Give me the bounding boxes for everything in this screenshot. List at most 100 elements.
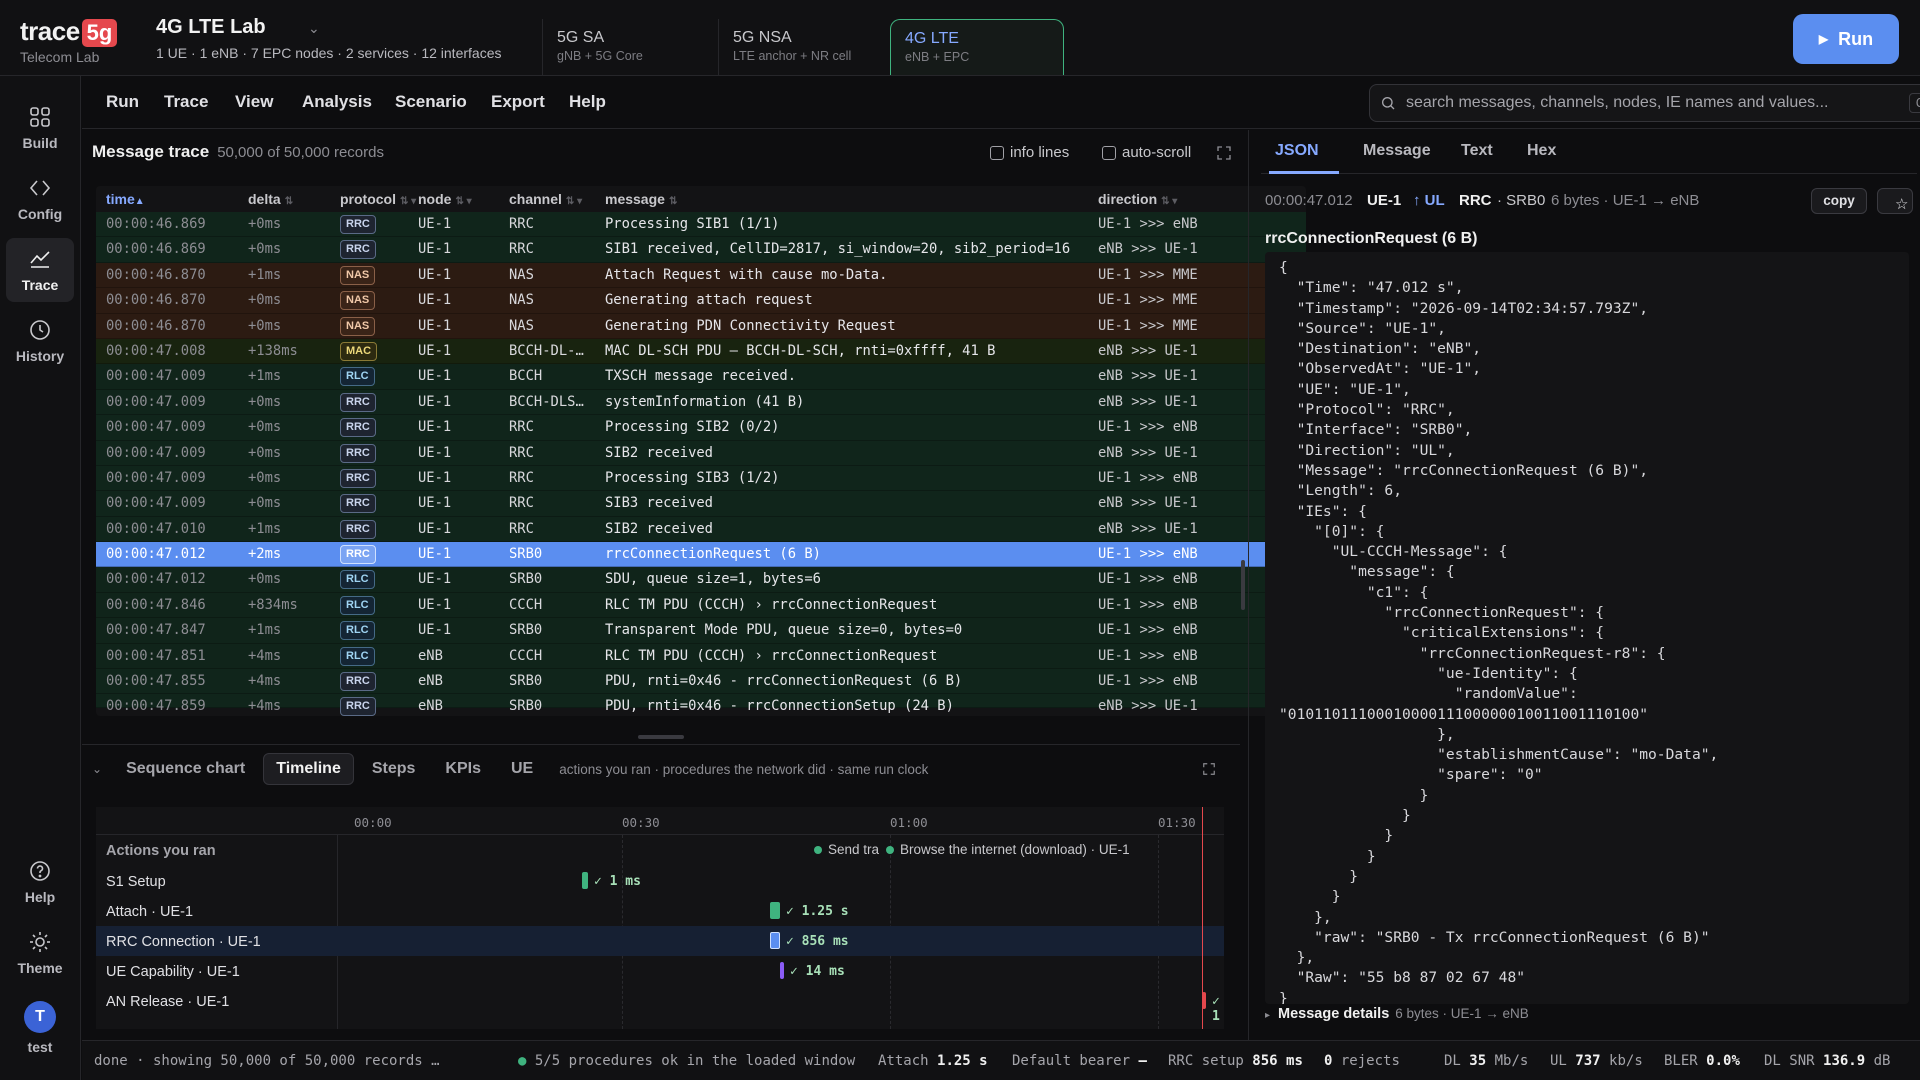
table-row[interactable]: 00:00:46.869 +0ms RRC UE-1 RRC SIB1 received,… bbox=[96, 237, 1306, 263]
column-header-delta[interactable]: delta ⇅ bbox=[248, 186, 293, 212]
table-row[interactable]: 00:00:47.009 +0ms RRC UE-1 RRC Processing SIB… bbox=[96, 465, 1306, 492]
user-menu[interactable]: T test bbox=[6, 996, 74, 1060]
tab-sequence-chart[interactable]: Sequence chart bbox=[114, 754, 257, 784]
timeline-row[interactable]: UE Capability · UE-1 ✓ 14 ms bbox=[96, 956, 1224, 986]
menu-view[interactable]: View bbox=[235, 92, 273, 112]
trace-record-count: 50,000 of 50,000 records bbox=[217, 144, 384, 161]
cell-node: UE-1 bbox=[418, 342, 452, 359]
procedure-bar[interactable] bbox=[582, 872, 588, 889]
cell-channel: BCCH-DLS… bbox=[509, 393, 584, 410]
column-header-node[interactable]: node ⇅ ▾ bbox=[418, 186, 472, 212]
cell-node: UE-1 bbox=[418, 266, 452, 283]
menu-scenario[interactable]: Scenario bbox=[395, 92, 467, 112]
tab-message[interactable]: Message bbox=[1363, 142, 1431, 160]
table-row[interactable]: 00:00:46.870 +0ms NAS UE-1 NAS Generating att… bbox=[96, 288, 1306, 314]
protocol-badge: RRC bbox=[340, 392, 376, 412]
vertical-splitter[interactable] bbox=[1241, 560, 1245, 610]
mode-tab-4g-lte[interactable]: 4G LTE eNB + EPC bbox=[890, 19, 1064, 75]
tab-json[interactable]: JSON bbox=[1275, 142, 1319, 160]
mode-tab-5g-nsa[interactable]: 5G NSA LTE anchor + NR cell bbox=[718, 19, 892, 75]
table-row[interactable]: 00:00:47.855 +4ms RRC eNB SRB0 PDU, rnti=0x46… bbox=[96, 669, 1306, 695]
json-viewer[interactable]: { "Time": "47.012 s", "Timestamp": "2026… bbox=[1265, 252, 1909, 1004]
column-header-channel[interactable]: channel ⇅ ▾ bbox=[509, 186, 582, 212]
horizontal-splitter[interactable] bbox=[82, 730, 1240, 744]
procedure-bar[interactable] bbox=[770, 902, 780, 919]
rail-help[interactable]: Help bbox=[6, 850, 74, 914]
column-header-protocol[interactable]: protocol ⇅ ▾ bbox=[340, 186, 416, 212]
chevron-right-icon: ▸ bbox=[1265, 1010, 1271, 1021]
cell-node: eNB bbox=[418, 673, 443, 690]
metric-value: 0.0% bbox=[1706, 1053, 1740, 1069]
logo-badge: 5g bbox=[81, 19, 118, 47]
metric-label: rejects bbox=[1340, 1053, 1400, 1069]
table-row[interactable]: 00:00:47.009 +0ms RRC UE-1 RRC Processing SIB… bbox=[96, 415, 1306, 441]
table-row[interactable]: 00:00:47.012 +2ms RRC UE-1 SRB0 rrcConnection… bbox=[96, 542, 1306, 568]
cell-time: 00:00:46.869 bbox=[106, 241, 206, 258]
cell-channel: CCCH bbox=[509, 647, 543, 664]
rail-history[interactable]: History bbox=[6, 309, 74, 373]
rail-config[interactable]: Config bbox=[6, 167, 74, 231]
tab-hex[interactable]: Hex bbox=[1527, 142, 1556, 160]
column-header-message[interactable]: message ⇅ bbox=[605, 186, 677, 212]
event-marker[interactable] bbox=[814, 846, 822, 854]
lab-selector[interactable]: 4G LTE Lab ⌄ 1 UE · 1 eNB · 7 EPC nodes … bbox=[156, 16, 501, 61]
metric-label: RRC setup bbox=[1168, 1053, 1244, 1069]
table-row[interactable]: 00:00:47.847 +1ms RLC UE-1 SRB0 Transparent M… bbox=[96, 618, 1306, 644]
cell-direction: UE-1 >>> eNB bbox=[1098, 647, 1198, 664]
event-marker[interactable] bbox=[886, 846, 894, 854]
tab-text[interactable]: Text bbox=[1461, 142, 1493, 160]
expand-icon[interactable] bbox=[1216, 145, 1232, 161]
tab-ue[interactable]: UE bbox=[499, 754, 545, 784]
star-button[interactable]: ☆ bbox=[1877, 188, 1913, 214]
tab-timeline[interactable]: Timeline bbox=[263, 753, 354, 785]
expand-icon[interactable] bbox=[1202, 762, 1216, 776]
table-row[interactable]: 00:00:47.012 +0ms RLC UE-1 SRB0 SDU, queue si… bbox=[96, 567, 1306, 593]
cell-message: MAC DL-SCH PDU — BCCH-DL-SCH, rnti=0xfff… bbox=[605, 342, 996, 359]
table-row[interactable]: 00:00:47.008 +138ms MAC UE-1 BCCH-DL-… MAC DL… bbox=[96, 338, 1306, 365]
table-row[interactable]: 00:00:47.859 +4ms RRC eNB SRB0 PDU, rnti=0x46… bbox=[96, 694, 1306, 716]
rail-theme[interactable]: Theme bbox=[6, 921, 74, 985]
procedure-bar[interactable] bbox=[770, 932, 780, 949]
procedure-bar[interactable] bbox=[780, 962, 784, 979]
rail-trace[interactable]: Trace bbox=[6, 238, 74, 302]
cell-channel: BCCH bbox=[509, 368, 543, 385]
timeline-row[interactable]: RRC Connection · UE-1 ✓ 856 ms bbox=[96, 926, 1224, 956]
mode-desc: LTE anchor + NR cell bbox=[733, 49, 852, 63]
column-header-time[interactable]: time▲ bbox=[106, 186, 145, 212]
info-lines-toggle[interactable]: info lines bbox=[990, 144, 1069, 161]
cell-channel: SRB0 bbox=[509, 622, 543, 639]
table-row[interactable]: 00:00:46.869 +0ms RRC UE-1 RRC Processing SIB… bbox=[96, 212, 1306, 238]
rail-build[interactable]: Build bbox=[6, 96, 74, 160]
search-input[interactable] bbox=[1406, 94, 1899, 112]
table-row[interactable]: 00:00:47.010 +1ms RRC UE-1 RRC SIB2 received e… bbox=[96, 516, 1306, 543]
duration-value: 1 ms bbox=[609, 874, 641, 889]
table-row[interactable]: 00:00:47.009 +0ms RRC UE-1 RRC SIB3 received e… bbox=[96, 491, 1306, 517]
timeline-row[interactable]: Attach · UE-1 ✓ 1.25 s bbox=[96, 896, 1224, 926]
tab-steps[interactable]: Steps bbox=[360, 754, 428, 784]
message-details-toggle[interactable]: ▸ Message details 6 bytes · UE-1 → eNB bbox=[1265, 1006, 1909, 1036]
table-row[interactable]: 00:00:47.846 +834ms RLC UE-1 CCCH RLC TM PDU … bbox=[96, 592, 1306, 619]
table-row[interactable]: 00:00:47.009 +0ms RRC UE-1 BCCH-DLS… systemIn… bbox=[96, 389, 1306, 416]
table-row[interactable]: 00:00:47.851 +4ms RLC eNB CCCH RLC TM PDU (CC… bbox=[96, 643, 1306, 670]
metric-unit: kb/s bbox=[1609, 1053, 1643, 1069]
menu-export[interactable]: Export bbox=[491, 92, 545, 112]
table-row[interactable]: 00:00:46.870 +1ms NAS UE-1 NAS Attach Request… bbox=[96, 262, 1306, 289]
lab-stats: 1 UE · 1 eNB · 7 EPC nodes · 2 services … bbox=[156, 45, 502, 61]
menu-analysis[interactable]: Analysis bbox=[302, 92, 372, 112]
timeline-row[interactable]: AN Release · UE-1 ✓ 1 bbox=[96, 986, 1224, 1024]
menu-run[interactable]: Run bbox=[106, 92, 139, 112]
menu-help[interactable]: Help bbox=[569, 92, 606, 112]
run-button[interactable]: ▶ Run bbox=[1793, 14, 1899, 64]
copy-button[interactable]: copy bbox=[1811, 188, 1867, 214]
menu-trace[interactable]: Trace bbox=[164, 92, 208, 112]
collapse-chevron-icon[interactable]: ⌄ bbox=[92, 762, 102, 776]
tab-kpis[interactable]: KPIs bbox=[433, 754, 493, 784]
table-row[interactable]: 00:00:46.870 +0ms NAS UE-1 NAS Generating PDN… bbox=[96, 313, 1306, 339]
column-header-direction[interactable]: direction ⇅ ▾ bbox=[1098, 186, 1177, 212]
mode-tab-5g-sa[interactable]: 5G SA gNB + 5G Core bbox=[542, 19, 716, 75]
table-row[interactable]: 00:00:47.009 +1ms RLC UE-1 BCCH TXSCH message… bbox=[96, 364, 1306, 390]
table-row[interactable]: 00:00:47.009 +0ms RRC UE-1 RRC SIB2 received e… bbox=[96, 440, 1306, 466]
timeline-row[interactable]: S1 Setup ✓ 1 ms bbox=[96, 866, 1224, 896]
lab-title: 4G LTE Lab bbox=[156, 16, 266, 38]
auto-scroll-toggle[interactable]: auto-scroll bbox=[1102, 144, 1191, 161]
